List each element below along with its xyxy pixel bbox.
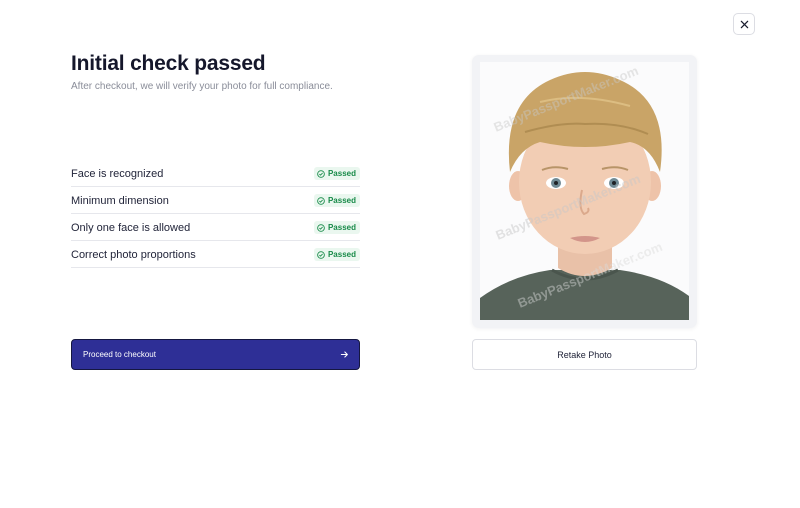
check-label: Only one face is allowed: [71, 221, 191, 234]
check-label: Minimum dimension: [71, 194, 169, 207]
check-row-face-recognized: Face is recognized Passed: [71, 160, 360, 187]
check-row-one-face: Only one face is allowed Passed: [71, 214, 360, 241]
photo-preview-card: BabyPassportMaker.com BabyPassportMaker.…: [472, 55, 697, 328]
arrow-right-icon: [340, 351, 348, 358]
check-row-proportions: Correct photo proportions Passed: [71, 241, 360, 268]
check-label: Face is recognized: [71, 167, 164, 180]
proceed-button-label: Proceed to checkout: [83, 350, 156, 359]
retake-photo-button[interactable]: Retake Photo: [472, 339, 697, 370]
check-circle-icon: [317, 250, 325, 259]
passport-photo: BabyPassportMaker.com BabyPassportMaker.…: [480, 62, 689, 320]
check-row-minimum-dimension: Minimum dimension Passed: [71, 187, 360, 214]
check-circle-icon: [317, 196, 325, 205]
passed-badge: Passed: [313, 221, 360, 234]
close-button[interactable]: [733, 13, 755, 35]
checks-list: Face is recognized Passed Minimum dimens…: [71, 160, 360, 268]
passed-badge: Passed: [313, 167, 360, 180]
check-circle-icon: [317, 223, 325, 232]
retake-button-label: Retake Photo: [557, 349, 612, 360]
check-label: Correct photo proportions: [71, 248, 196, 261]
passed-badge-text: Passed: [327, 250, 356, 259]
passed-badge-text: Passed: [327, 196, 356, 205]
check-circle-icon: [317, 169, 325, 178]
close-icon: [740, 20, 748, 28]
passed-badge: Passed: [313, 248, 360, 261]
page-subtitle: After checkout, we will verify your phot…: [71, 81, 333, 92]
passed-badge-text: Passed: [327, 169, 356, 178]
proceed-to-checkout-button[interactable]: Proceed to checkout: [71, 339, 360, 370]
passed-badge-text: Passed: [327, 223, 356, 232]
page-title: Initial check passed: [71, 52, 266, 75]
passed-badge: Passed: [313, 194, 360, 207]
